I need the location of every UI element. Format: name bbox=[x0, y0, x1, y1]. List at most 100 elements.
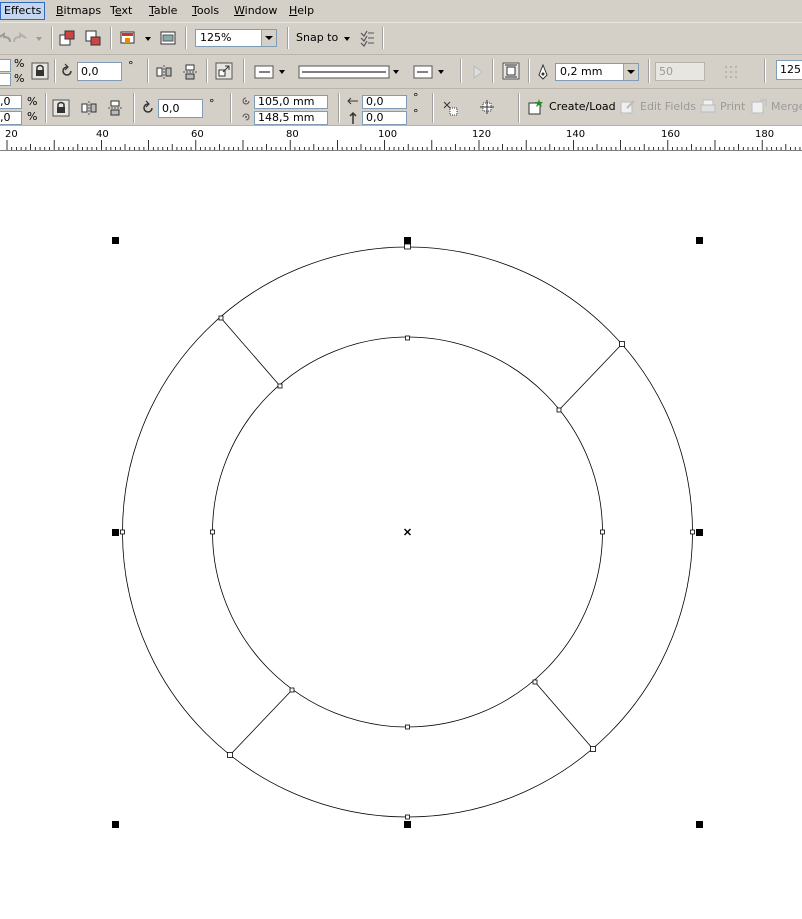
separator bbox=[51, 27, 53, 49]
lock-ratio-icon[interactable] bbox=[31, 62, 49, 80]
degree-label: ° bbox=[128, 59, 134, 72]
separator bbox=[45, 93, 47, 123]
property-bar-bottom: ,0 ,0 % % 0,0 ° 105,0 mm 148,5 mm 0,0 0,… bbox=[0, 89, 802, 126]
spoke-line[interactable] bbox=[220, 317, 281, 387]
drawing-svg bbox=[112, 237, 703, 828]
outline-width-combo[interactable]: 0,2 mm bbox=[555, 63, 639, 81]
create-load-button[interactable]: Create/Load bbox=[549, 100, 616, 114]
menu-text[interactable]: Text bbox=[107, 3, 135, 19]
print-button: Print bbox=[720, 100, 746, 113]
lock-ratio-icon[interactable] bbox=[52, 99, 70, 117]
rotation-input[interactable]: 0,0 bbox=[77, 62, 122, 81]
application-launcher-icon[interactable] bbox=[119, 29, 137, 47]
drawing-canvas[interactable] bbox=[0, 151, 802, 919]
arrowhead-dropdown-icon[interactable] bbox=[279, 70, 285, 74]
zoom-partial-field[interactable]: 125° bbox=[776, 60, 802, 80]
separator bbox=[492, 59, 494, 83]
scale-y-field[interactable] bbox=[0, 73, 11, 86]
menu-help[interactable]: Help bbox=[286, 3, 317, 19]
line-style-dropdown-icon[interactable] bbox=[393, 70, 399, 74]
separator bbox=[382, 27, 384, 49]
spoke-line[interactable] bbox=[534, 681, 594, 750]
spoke-line[interactable] bbox=[558, 343, 623, 411]
horizontal-ruler[interactable]: 20 40 60 80 100 120 140 160 180 bbox=[0, 126, 802, 151]
percent-label: % bbox=[14, 57, 25, 70]
separator bbox=[147, 59, 149, 83]
rotation-input[interactable]: 0,0 bbox=[158, 99, 203, 118]
outline-width-value: 0,2 mm bbox=[560, 65, 603, 78]
print-icon bbox=[700, 99, 716, 113]
line-style-icon[interactable] bbox=[298, 63, 390, 81]
ruler-label: 120 bbox=[472, 129, 492, 140]
zoom-value: 125% bbox=[200, 31, 232, 44]
ruler-label: 140 bbox=[566, 129, 586, 140]
edit-fields-button: Edit Fields bbox=[640, 100, 696, 113]
convert-to-curves-icon bbox=[473, 65, 483, 79]
add-perspective-icon[interactable] bbox=[478, 98, 496, 116]
separator bbox=[230, 93, 232, 123]
end-arrowhead-dropdown-icon[interactable] bbox=[438, 70, 444, 74]
welcome-screen-icon[interactable] bbox=[159, 29, 177, 47]
launcher-dropdown-icon[interactable] bbox=[145, 37, 151, 41]
mirror-vertical-icon[interactable] bbox=[106, 99, 124, 117]
center-y-icon bbox=[242, 113, 250, 121]
start-arrowhead-icon[interactable] bbox=[254, 63, 274, 81]
redo-icon[interactable] bbox=[10, 29, 28, 47]
export-icon[interactable] bbox=[84, 29, 102, 47]
separator bbox=[243, 59, 245, 83]
chevron-down-icon[interactable] bbox=[261, 30, 276, 46]
envelope-icon[interactable] bbox=[441, 99, 459, 117]
position-x-input[interactable]: 105,0 mm bbox=[254, 95, 328, 109]
standard-toolbar: 125% Snap to bbox=[0, 23, 802, 55]
scale-x-field[interactable]: ,0 bbox=[0, 95, 22, 109]
separator bbox=[287, 27, 289, 49]
menu-table[interactable]: Table bbox=[146, 3, 180, 19]
disabled-value-field: 50 bbox=[655, 62, 705, 81]
print-merge-create-icon[interactable] bbox=[527, 98, 545, 116]
scale-x-field[interactable] bbox=[0, 59, 11, 72]
mirror-horizontal-icon[interactable] bbox=[80, 99, 98, 117]
position-y-input[interactable]: 148,5 mm bbox=[254, 111, 328, 125]
skew-h-input[interactable]: 0,0 bbox=[362, 95, 407, 109]
degree-label: ° bbox=[209, 97, 215, 110]
separator bbox=[133, 93, 135, 123]
skew-vertical-icon bbox=[349, 111, 357, 124]
separator bbox=[528, 59, 530, 83]
degree-label: ° bbox=[413, 107, 419, 120]
menu-bitmaps[interactable]: Bitmaps bbox=[53, 3, 104, 19]
edit-fields-icon bbox=[620, 100, 635, 114]
separator bbox=[206, 59, 208, 83]
menu-window[interactable]: Window bbox=[231, 3, 280, 19]
scale-with-image-icon[interactable] bbox=[215, 62, 233, 80]
skew-horizontal-icon bbox=[347, 97, 358, 105]
snap-to-label[interactable]: Snap to bbox=[296, 31, 338, 45]
rotate-icon bbox=[143, 100, 153, 113]
separator bbox=[338, 93, 340, 123]
ruler-label: 40 bbox=[96, 129, 109, 140]
mirror-horizontal-icon[interactable] bbox=[155, 63, 173, 81]
rotate-icon bbox=[62, 63, 72, 76]
menu-effects[interactable]: Effects bbox=[0, 2, 46, 20]
skew-v-input[interactable]: 0,0 bbox=[362, 111, 407, 125]
separator bbox=[185, 27, 187, 49]
redo-dropdown-icon[interactable] bbox=[36, 37, 42, 41]
menu-tools[interactable]: Tools bbox=[189, 3, 222, 19]
scale-y-field[interactable]: ,0 bbox=[0, 111, 22, 125]
grid-icon bbox=[725, 66, 737, 78]
end-arrowhead-icon[interactable] bbox=[413, 63, 433, 81]
separator bbox=[764, 59, 766, 83]
spoke-line[interactable] bbox=[229, 689, 293, 756]
import-icon[interactable] bbox=[58, 29, 76, 47]
options-icon[interactable] bbox=[358, 29, 376, 47]
percent-label: % bbox=[27, 110, 38, 123]
center-x-icon[interactable] bbox=[404, 528, 411, 536]
ruler-label: 160 bbox=[661, 129, 681, 140]
chevron-down-icon[interactable] bbox=[623, 64, 638, 80]
mirror-vertical-icon[interactable] bbox=[181, 63, 199, 81]
wrap-text-icon[interactable] bbox=[502, 62, 520, 80]
merge-button: Merge bbox=[771, 100, 802, 113]
zoom-combo[interactable]: 125% bbox=[195, 29, 277, 47]
ruler-label: 80 bbox=[286, 129, 299, 140]
merge-icon bbox=[751, 99, 767, 114]
snap-dropdown-icon[interactable] bbox=[344, 37, 350, 41]
